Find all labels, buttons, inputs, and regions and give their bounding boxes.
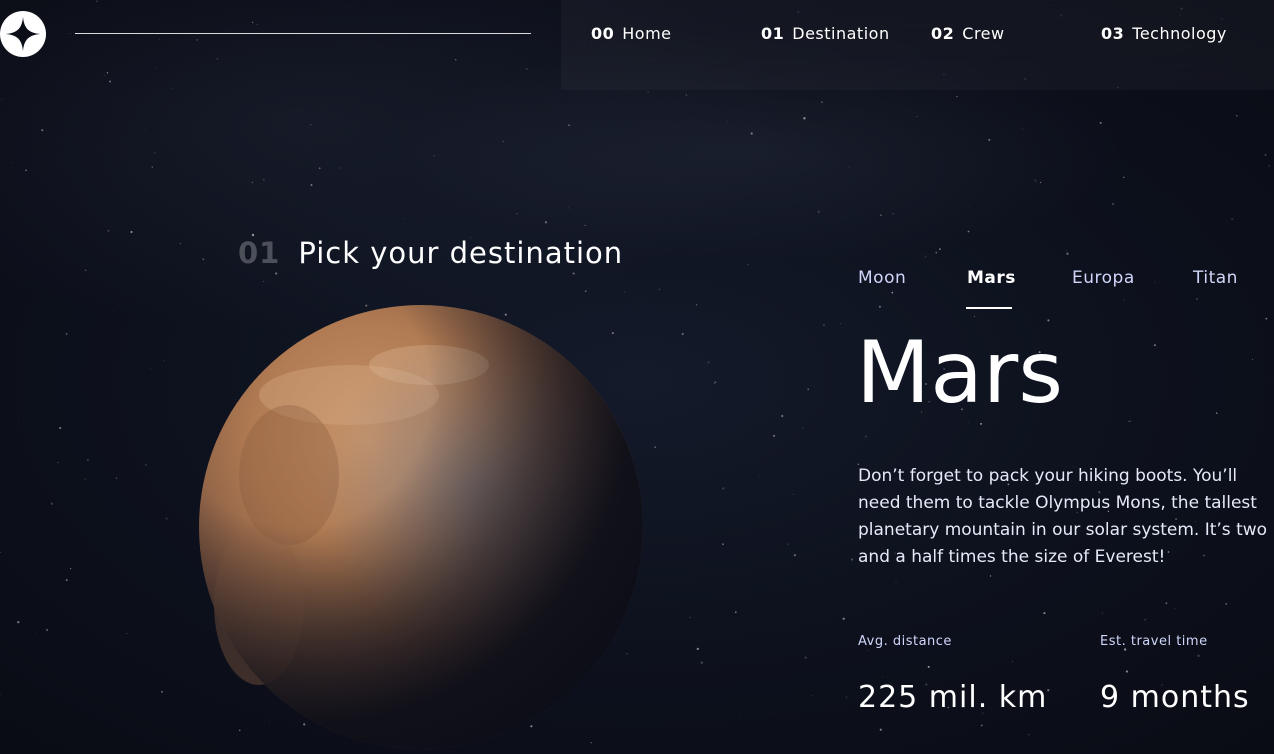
- page-title-text: Pick your destination: [298, 236, 624, 270]
- tab-titan[interactable]: Titan: [1193, 268, 1238, 288]
- nav-label: Home: [622, 24, 672, 43]
- nav-number: 01: [761, 24, 785, 43]
- header-divider: [75, 33, 531, 34]
- destination-description: Don’t forget to pack your hiking boots. …: [858, 466, 1268, 567]
- nav-item-crew[interactable]: 02 Crew: [931, 24, 1005, 43]
- nav-label: Technology: [1132, 24, 1227, 43]
- page-title-number: 01: [238, 236, 281, 270]
- tab-europa[interactable]: Europa: [1072, 268, 1135, 288]
- nav-item-destination[interactable]: 01 Destination: [761, 24, 890, 43]
- distance-value: 225 mil. km: [858, 680, 1048, 715]
- tab-mars[interactable]: Mars: [967, 268, 1016, 288]
- active-tab-indicator: [966, 307, 1012, 309]
- page-title: 01 Pick your destination: [238, 236, 623, 270]
- nav-number: 02: [931, 24, 955, 43]
- nav-label: Crew: [962, 24, 1005, 43]
- travel-time-label: Est. travel time: [1100, 634, 1208, 649]
- nav-item-home[interactable]: 00 Home: [591, 24, 672, 43]
- nav-label: Destination: [792, 24, 890, 43]
- main-nav: 00 Home 01 Destination 02 Crew 03 Technology: [561, 0, 1274, 90]
- star-logo-icon[interactable]: [0, 10, 46, 58]
- destination-name: Mars: [856, 323, 1064, 423]
- destination-page: 00 Home 01 Destination 02 Crew 03 Technology…: [0, 0, 1274, 754]
- mars-planet-image: [199, 305, 643, 749]
- nav-number: 00: [591, 24, 615, 43]
- nav-item-technology[interactable]: 03 Technology: [1101, 24, 1227, 43]
- distance-label: Avg. distance: [858, 634, 952, 649]
- nav-number: 03: [1101, 24, 1125, 43]
- travel-time-value: 9 months: [1100, 680, 1250, 715]
- tab-moon[interactable]: Moon: [858, 268, 906, 288]
